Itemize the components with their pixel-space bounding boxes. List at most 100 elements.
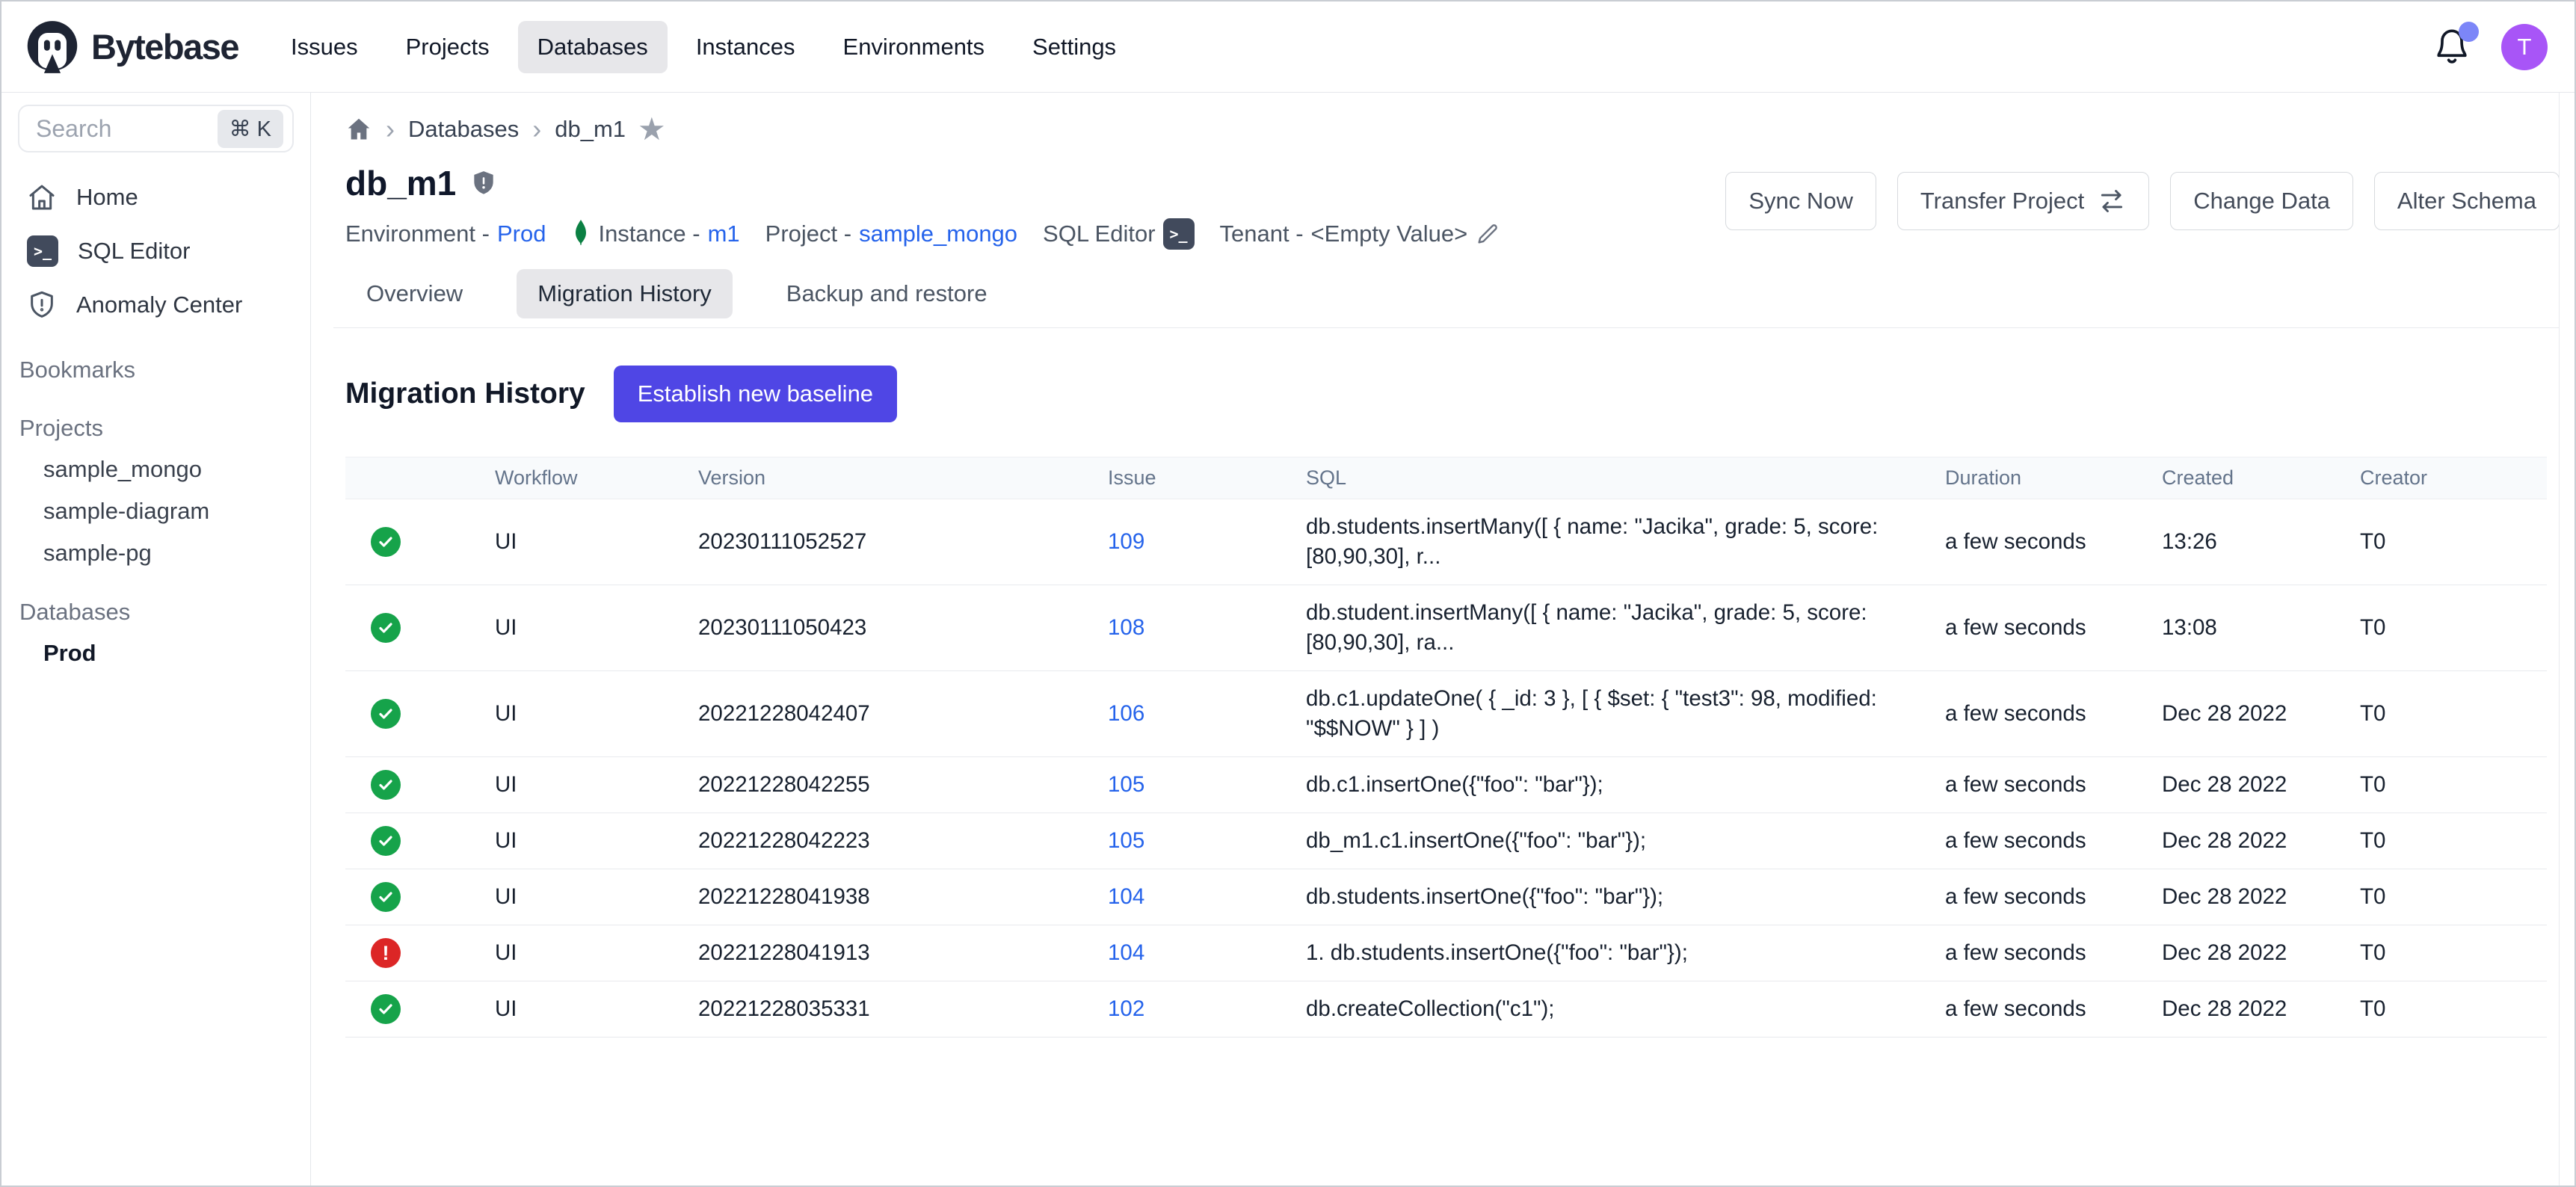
sql-cell: db.createCollection("c1"); <box>1306 981 1945 1038</box>
main-content: ›Databases›db_m1 ★ db_m1 <box>311 93 2575 1186</box>
edit-tenant-icon[interactable] <box>1475 221 1500 247</box>
workflow-cell: UI <box>495 869 698 925</box>
success-icon <box>371 527 401 557</box>
workflow-cell: UI <box>495 585 698 671</box>
tab-migration-history[interactable]: Migration History <box>517 269 733 318</box>
sidebar-item-sample-diagram[interactable]: sample-diagram <box>1 490 310 532</box>
issue-link[interactable]: 104 <box>1108 884 1144 909</box>
version-cell: 20230111052527 <box>698 499 1108 585</box>
sidebar-item-sample_mongo[interactable]: sample_mongo <box>1 448 310 490</box>
sidebar-sections: BookmarksProjectssample_mongosample-diag… <box>1 350 310 674</box>
app-layout: Search ⌘ K Home>_SQL EditorAnomaly Cente… <box>1 93 2575 1186</box>
sidebar-item-sample-pg[interactable]: sample-pg <box>1 532 310 574</box>
brand[interactable]: Bytebase <box>24 19 238 75</box>
page-title: db_m1 <box>345 163 456 203</box>
instance-meta: Instance - m1 <box>571 219 739 249</box>
database-header: db_m1 Environment - Prod <box>333 163 2560 250</box>
change-data-button[interactable]: Change Data <box>2170 172 2353 230</box>
column-header-version: Version <box>698 457 1108 499</box>
shield-icon <box>469 169 498 197</box>
page-title-row: db_m1 <box>345 163 1500 203</box>
duration-cell: a few seconds <box>1945 813 2162 869</box>
avatar[interactable]: T <box>2501 24 2548 70</box>
tab-backup-and-restore[interactable]: Backup and restore <box>765 269 1008 318</box>
action-button-label: Transfer Project <box>1920 188 2084 215</box>
created-cell: 13:26 <box>2162 499 2360 585</box>
sidebar-nav: Home >_SQL Editor Anomaly Center <box>1 170 310 332</box>
migration-history-section: Migration History Establish new baseline… <box>333 366 2560 1038</box>
notifications-button[interactable] <box>2432 28 2471 67</box>
transfer-project-button[interactable]: Transfer Project <box>1897 172 2149 230</box>
check-icon <box>377 1000 395 1018</box>
database-tabs: Overview Migration History Backup and rest… <box>333 269 2560 328</box>
nav-databases[interactable]: Databases <box>518 21 668 73</box>
workflow-cell: UI <box>495 925 698 981</box>
nav-environments[interactable]: Environments <box>824 21 1005 73</box>
home-icon <box>27 182 57 212</box>
establish-baseline-button[interactable]: Establish new baseline <box>614 366 897 422</box>
sidebar-item-label: Home <box>76 184 138 211</box>
bytebase-logo-icon <box>24 19 81 75</box>
breadcrumb: ›Databases›db_m1 ★ <box>333 114 2560 145</box>
version-cell: 20230111050423 <box>698 585 1108 671</box>
status-cell <box>345 585 495 671</box>
top-navigation-bar: Bytebase IssuesProjectsDatabasesInstance… <box>1 1 2575 93</box>
table-row: UI20221228042255105db.c1.insertOne({"foo… <box>345 757 2547 813</box>
sidebar-item-anomaly-center[interactable]: Anomaly Center <box>1 278 310 332</box>
created-cell: Dec 28 2022 <box>2162 925 2360 981</box>
table-header-row: WorkflowVersionIssueSQLDurationCreatedCr… <box>345 457 2547 499</box>
version-cell: 20221228042223 <box>698 813 1108 869</box>
instance-link[interactable]: m1 <box>708 221 740 247</box>
issue-link[interactable]: 102 <box>1108 996 1144 1021</box>
sidebar-item-home[interactable]: Home <box>1 170 310 224</box>
home-icon[interactable] <box>345 116 372 143</box>
check-icon <box>377 533 395 551</box>
tab-overview[interactable]: Overview <box>345 269 484 318</box>
sidebar-item-sql-editor[interactable]: >_SQL Editor <box>1 224 310 278</box>
table-row: UI20221228042223105db_m1.c1.insertOne({"… <box>345 813 2547 869</box>
issue-link[interactable]: 104 <box>1108 940 1144 965</box>
check-icon <box>377 832 395 850</box>
search-input[interactable]: Search ⌘ K <box>18 105 294 152</box>
sql-editor-icon[interactable]: >_ <box>1163 218 1195 250</box>
creator-cell: T0 <box>2360 981 2547 1038</box>
issue-link[interactable]: 109 <box>1108 529 1144 554</box>
main-nav: IssuesProjectsDatabasesInstancesEnvironm… <box>271 21 1136 73</box>
creator-cell: T0 <box>2360 925 2547 981</box>
sidebar-item-label: SQL Editor <box>78 238 190 265</box>
sidebar-section-bookmarks: Bookmarks <box>1 350 310 390</box>
nav-instances[interactable]: Instances <box>677 21 815 73</box>
exclamation-glyph: ! <box>383 943 389 964</box>
issue-link[interactable]: 106 <box>1108 701 1144 726</box>
issue-link[interactable]: 105 <box>1108 828 1144 853</box>
sidebar-item-prod[interactable]: Prod <box>1 632 310 674</box>
environment-label: Environment - <box>345 221 490 247</box>
sql-editor-meta: SQL Editor >_ <box>1043 218 1194 250</box>
database-meta: Environment - Prod Instance - m1 Project… <box>345 218 1500 250</box>
nav-projects[interactable]: Projects <box>386 21 509 73</box>
nav-issues[interactable]: Issues <box>271 21 378 73</box>
sidebar: Search ⌘ K Home >_SQL Editor Anomaly Cente… <box>1 93 311 1186</box>
creator-cell: T0 <box>2360 757 2547 813</box>
success-icon <box>371 826 401 856</box>
sidebar-item-label: Anomaly Center <box>76 292 242 318</box>
breadcrumb-item[interactable]: Databases <box>408 116 519 143</box>
alter-schema-button[interactable]: Alter Schema <box>2374 172 2560 230</box>
breadcrumb-item[interactable]: db_m1 <box>555 116 626 143</box>
column-header-duration: Duration <box>1945 457 2162 499</box>
project-label: Project - <box>765 221 851 247</box>
check-icon <box>377 776 395 794</box>
table-row: !UI202212280419131041. db.students.inser… <box>345 925 2547 981</box>
favorite-star-icon[interactable]: ★ <box>638 114 666 145</box>
issue-link[interactable]: 108 <box>1108 615 1144 640</box>
instance-label: Instance - <box>598 221 700 247</box>
table-row: UI20230111050423108db.student.insertMany… <box>345 585 2547 671</box>
sql-cell: db.students.insertMany([ { name: "Jacika… <box>1306 499 1945 585</box>
sync-now-button[interactable]: Sync Now <box>1725 172 1876 230</box>
nav-settings[interactable]: Settings <box>1013 21 1136 73</box>
sidebar-section-databases: Databases <box>1 592 310 632</box>
environment-link[interactable]: Prod <box>497 221 546 247</box>
check-icon <box>377 705 395 723</box>
issue-link[interactable]: 105 <box>1108 772 1144 797</box>
project-link[interactable]: sample_mongo <box>859 221 1017 247</box>
